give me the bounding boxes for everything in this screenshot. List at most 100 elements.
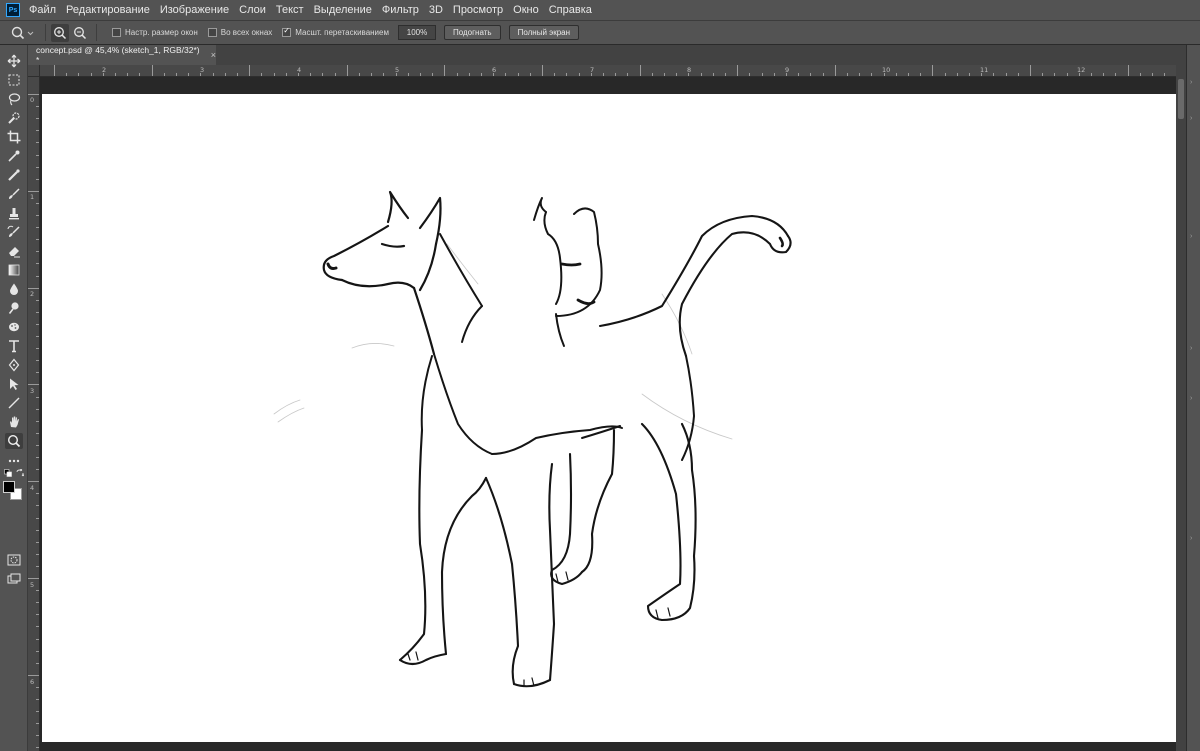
menu-edit[interactable]: Редактирование <box>66 4 150 16</box>
tool-pen[interactable] <box>5 357 23 373</box>
all-windows-checkbox[interactable]: Во всех окнах <box>207 28 272 37</box>
ruler-tick <box>36 323 39 325</box>
menu-window[interactable]: Окно <box>513 4 539 16</box>
ruler-tick <box>932 65 934 76</box>
tool-zoom[interactable] <box>5 433 23 449</box>
menu-type[interactable]: Текст <box>276 4 304 16</box>
zoom-out-button[interactable] <box>71 24 89 42</box>
resize-windows-checkbox[interactable]: Настр. размер окон <box>112 28 198 37</box>
menu-select[interactable]: Выделение <box>314 4 372 16</box>
panel-collapse-arrow[interactable]: › <box>1190 115 1192 122</box>
zoom-in-button[interactable] <box>51 23 69 42</box>
quick-mask-icon <box>7 554 21 566</box>
scrubby-zoom-checkbox[interactable]: Масшт. перетаскиванием <box>282 26 389 37</box>
tool-move[interactable] <box>5 53 23 69</box>
close-icon[interactable]: × <box>211 50 216 60</box>
quick-select-icon <box>8 112 20 124</box>
ruler-tick <box>139 73 141 76</box>
tool-preset-picker[interactable] <box>6 23 40 42</box>
vertical-ruler[interactable]: 0 1 2 3 4 5 6 <box>28 77 40 751</box>
default-colors-icon[interactable] <box>4 469 12 477</box>
zoom-icon <box>11 26 34 39</box>
ruler-tick <box>36 626 39 628</box>
document-tab-title: concept.psd @ 45,4% (sketch_1, RGB/32*) … <box>36 45 200 65</box>
panel-collapse-arrow[interactable]: › <box>1190 79 1192 86</box>
ruler-tick <box>505 73 507 76</box>
tool-path-select[interactable] <box>5 376 23 392</box>
ruler-tick <box>334 73 336 76</box>
ruler-tick <box>371 73 373 76</box>
history-brush-icon <box>7 225 20 237</box>
ruler-tick <box>676 73 678 76</box>
tool-dodge[interactable] <box>5 300 23 316</box>
tool-eyedropper[interactable] <box>5 148 23 164</box>
panel-collapse-arrow[interactable]: › <box>1190 535 1192 542</box>
ruler-tick <box>566 73 568 76</box>
more-tools-icon <box>8 459 20 463</box>
ruler-tick <box>36 602 39 604</box>
tool-type[interactable] <box>5 338 23 354</box>
scrollbar-thumb[interactable] <box>1178 79 1184 119</box>
ruler-tick <box>261 73 263 76</box>
ruler-tick <box>554 73 556 76</box>
tool-gradient[interactable] <box>5 262 23 278</box>
zoom-value-field[interactable]: 100% <box>397 25 436 40</box>
tool-quick-select[interactable] <box>5 110 23 126</box>
fit-screen-button[interactable]: Подогнать <box>443 25 501 40</box>
tool-hand[interactable] <box>5 414 23 430</box>
vertical-scrollbar[interactable] <box>1176 65 1186 751</box>
tool-marquee[interactable] <box>5 72 23 88</box>
menu-image[interactable]: Изображение <box>160 4 229 16</box>
sponge-icon <box>9 322 19 332</box>
swap-colors-icon[interactable] <box>16 469 24 477</box>
screen-mode-button[interactable] <box>5 571 23 587</box>
horizontal-ruler[interactable]: 2 3 4 5 6 7 8 9 10 11 12 <box>40 65 1176 77</box>
menu-3d[interactable]: 3D <box>429 4 443 16</box>
menu-layer[interactable]: Слои <box>239 4 266 16</box>
tool-crop[interactable] <box>5 129 23 145</box>
tool-brush[interactable] <box>5 186 23 202</box>
ruler-tick <box>1042 73 1044 76</box>
tool-blur[interactable] <box>5 281 23 297</box>
checkbox-box[interactable] <box>282 26 292 37</box>
tool-healing-brush[interactable] <box>5 167 23 183</box>
ruler-tick <box>36 215 39 216</box>
tool-eraser[interactable] <box>5 243 23 259</box>
ruler-tick <box>298 73 299 76</box>
ruler-origin[interactable] <box>28 65 40 77</box>
checkbox-box[interactable] <box>112 28 121 37</box>
eraser-icon <box>9 247 20 258</box>
ruler-tick <box>822 73 824 76</box>
foreground-color-swatch[interactable] <box>3 481 15 493</box>
menu-help[interactable]: Справка <box>549 4 592 16</box>
fill-screen-button[interactable]: Полный экран <box>508 25 580 40</box>
menu-file[interactable]: Файл <box>29 4 56 16</box>
options-bar: Настр. размер окон Во всех окнах Масшт. … <box>0 20 1200 45</box>
ruler-tick <box>36 590 39 592</box>
ruler-tick <box>36 251 39 253</box>
panel-collapse-arrow[interactable]: › <box>1190 345 1192 352</box>
ruler-tick <box>944 73 946 76</box>
menu-filter[interactable]: Фильтр <box>382 4 419 16</box>
ruler-tick <box>725 73 726 76</box>
ruler-tick <box>127 73 129 76</box>
document-tab[interactable]: concept.psd @ 45,4% (sketch_1, RGB/32*) … <box>28 45 216 65</box>
ruler-tick <box>36 735 39 737</box>
ruler-tick <box>578 73 580 76</box>
panel-collapse-arrow[interactable]: › <box>1190 233 1192 240</box>
tool-line[interactable] <box>5 395 23 411</box>
ruler-tick <box>322 73 324 76</box>
tool-history-brush[interactable] <box>5 224 23 240</box>
tool-lasso[interactable] <box>5 91 23 107</box>
ruler-tick <box>36 747 39 749</box>
checkbox-box[interactable] <box>207 28 217 37</box>
ruler-tick <box>36 723 39 725</box>
document-canvas[interactable] <box>42 94 1177 742</box>
tool-clone-stamp[interactable] <box>5 205 23 221</box>
tool-sponge[interactable] <box>5 319 23 335</box>
quick-mask-button[interactable] <box>5 552 23 568</box>
menu-view[interactable]: Просмотр <box>453 4 503 16</box>
panel-collapse-arrow[interactable]: › <box>1190 395 1192 402</box>
ruler-tick <box>36 638 39 640</box>
ruler-tick <box>176 73 177 76</box>
